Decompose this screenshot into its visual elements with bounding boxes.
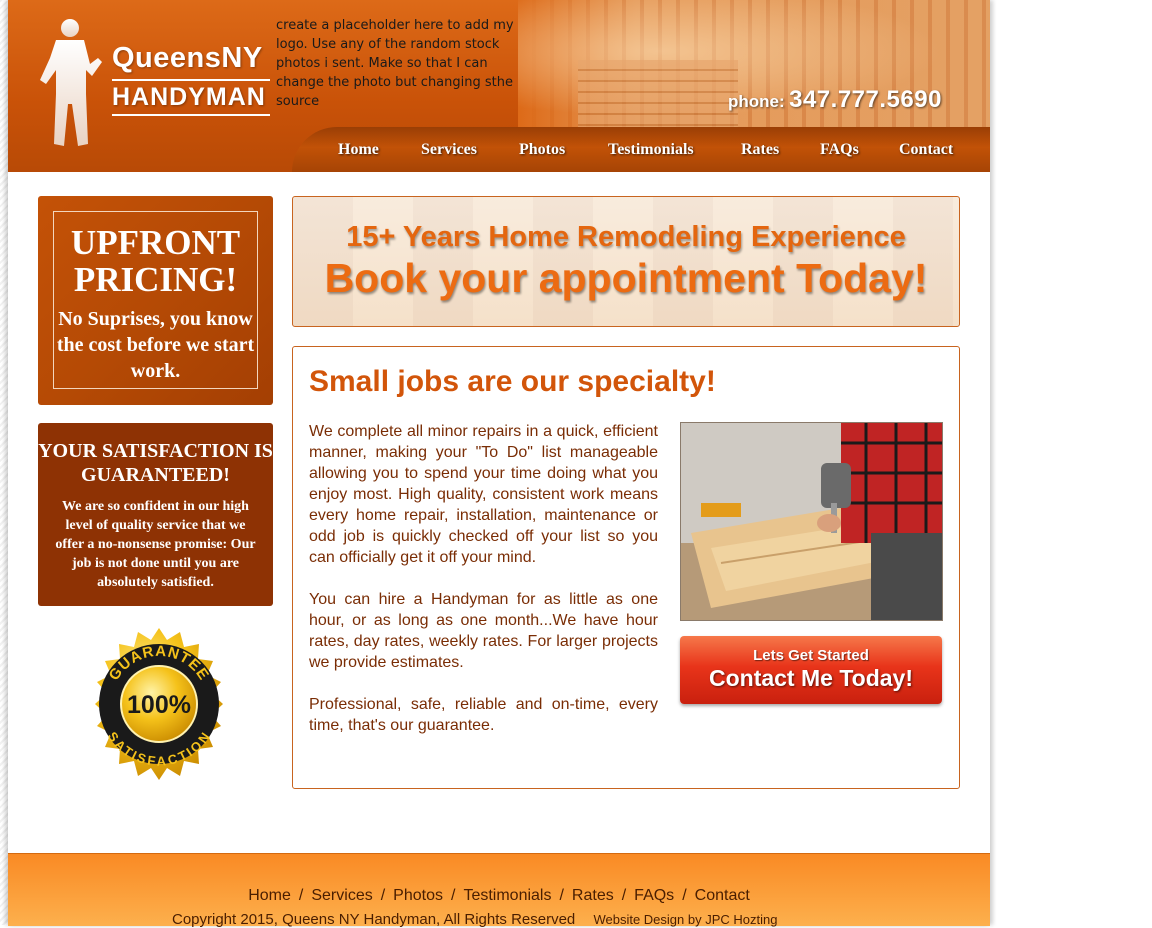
footer-separator: / bbox=[621, 887, 627, 904]
logo-line1: QueensNY bbox=[112, 42, 263, 74]
content-text: We complete all minor repairs in a quick… bbox=[309, 421, 658, 757]
contact-me-button[interactable]: Lets Get Started Contact Me Today! bbox=[680, 636, 942, 704]
main-nav: Home Services Photos Testimonials Rates … bbox=[292, 127, 990, 172]
footer-copyright-row: Copyright 2015, Queens NY Handyman, All … bbox=[172, 911, 777, 928]
seal-center-text: 100% bbox=[127, 691, 191, 719]
nav-home[interactable]: Home bbox=[338, 141, 379, 159]
banner-line1: 15+ Years Home Remodeling Experience bbox=[346, 221, 906, 253]
logo[interactable]: QueensNY HANDYMAN bbox=[112, 42, 270, 116]
footer-link-contact[interactable]: Contact bbox=[695, 887, 750, 904]
nav-rates[interactable]: Rates bbox=[741, 141, 779, 159]
footer-separator: / bbox=[298, 887, 304, 904]
footer: Home / Services / Photos / Testimonials / Rates /… bbox=[8, 853, 990, 928]
footer-nav: Home / Services / Photos / Testimonials / Rates /… bbox=[8, 887, 990, 905]
nav-contact[interactable]: Contact bbox=[899, 141, 953, 159]
phone-number[interactable]: 347.777.5690 bbox=[789, 86, 942, 113]
pricing-title: UPFRONT PRICING! bbox=[70, 223, 241, 299]
footer-separator: / bbox=[682, 887, 687, 904]
banner-line2: Book your appointment Today! bbox=[324, 255, 928, 301]
footer-link-photos[interactable]: Photos bbox=[393, 887, 443, 904]
content-paragraph: We complete all minor repairs in a quick… bbox=[309, 423, 658, 566]
guarantee-seal-icon: GUARANTEE SATISFACTION 100% bbox=[95, 628, 223, 780]
satisfaction-title: YOUR SATISFACTION IS GUARANTEED! bbox=[38, 440, 273, 486]
cta-big-label: Contact Me Today! bbox=[708, 665, 914, 691]
content-heading: Small jobs are our specialty! bbox=[309, 365, 716, 398]
footer-link-home[interactable]: Home bbox=[248, 887, 291, 904]
main-content-box: Small jobs are our specialty! We complet… bbox=[292, 346, 960, 789]
satisfaction-text: We are so confident in our high level of… bbox=[55, 499, 256, 590]
footer-separator: / bbox=[450, 887, 456, 904]
satisfaction-box: YOUR SATISFACTION IS GUARANTEED! We are … bbox=[38, 423, 273, 606]
footer-copyright: Copyright 2015, Queens NY Handyman, All … bbox=[172, 911, 576, 928]
handyman-drilling-photo bbox=[680, 422, 943, 621]
footer-separator: / bbox=[559, 887, 564, 904]
footer-separator: / bbox=[380, 887, 386, 904]
pricing-subtitle: No Suprises, you know the cost before we… bbox=[56, 308, 255, 382]
experience-banner: 15+ Years Home Remodeling Experience Boo… bbox=[292, 196, 960, 327]
footer-link-testimonials[interactable]: Testimonials bbox=[463, 887, 551, 904]
nav-testimonials[interactable]: Testimonials bbox=[608, 141, 694, 159]
cta-small-label: Lets Get Started bbox=[753, 647, 869, 664]
upfront-pricing-box: UPFRONT PRICING! No Suprises, you know t… bbox=[38, 196, 273, 405]
footer-link-services[interactable]: Services bbox=[311, 887, 372, 904]
page-left-edge bbox=[0, 0, 8, 925]
footer-link-faqs[interactable]: FAQs bbox=[634, 887, 674, 904]
handyman-silhouette-icon bbox=[40, 19, 102, 146]
drilling-photo-image bbox=[681, 423, 942, 620]
header-photo-steps bbox=[578, 60, 738, 128]
content-paragraph: You can hire a Handyman for as little as… bbox=[309, 591, 658, 671]
page: QueensNY HANDYMAN create a placeholder h… bbox=[8, 0, 990, 928]
content-paragraph: Professional, safe, reliable and on-time… bbox=[309, 696, 658, 734]
logo-line2: HANDYMAN bbox=[112, 79, 270, 116]
phone-label: phone: bbox=[728, 92, 785, 111]
logo-placeholder-note: create a placeholder here to add my logo… bbox=[276, 18, 514, 109]
nav-faqs[interactable]: FAQs bbox=[820, 141, 859, 159]
nav-services[interactable]: Services bbox=[421, 141, 477, 159]
header: QueensNY HANDYMAN create a placeholder h… bbox=[8, 0, 990, 172]
footer-link-rates[interactable]: Rates bbox=[572, 887, 614, 904]
phone-display: phone: 347.777.5690 bbox=[728, 86, 942, 114]
nav-photos[interactable]: Photos bbox=[519, 141, 565, 159]
upfront-pricing-inner: UPFRONT PRICING! No Suprises, you know t… bbox=[53, 211, 258, 389]
